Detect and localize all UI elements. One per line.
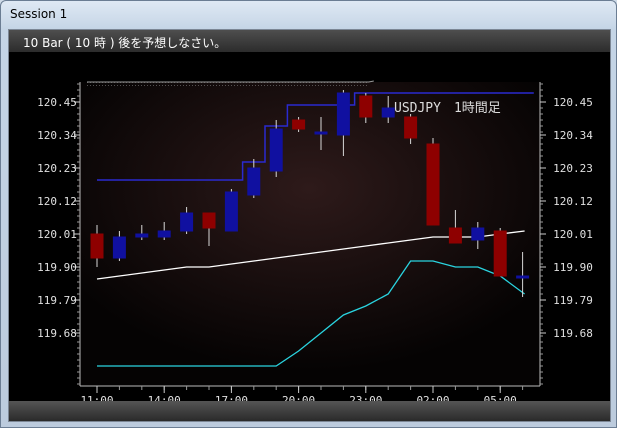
title-bar[interactable]: Session 1 bbox=[1, 1, 616, 29]
candle-up bbox=[157, 230, 171, 238]
candle-up bbox=[224, 191, 238, 232]
y-tick-label-left: 120.34 bbox=[37, 129, 77, 142]
status-bar bbox=[9, 401, 610, 421]
prompt-bar: 10 Bar ( 10 時 ) 後を予想しなさい。 bbox=[9, 30, 610, 52]
candle-down bbox=[426, 143, 440, 226]
y-tick-label-right: 119.68 bbox=[553, 327, 593, 340]
x-tick-label: 23:00 bbox=[349, 394, 382, 401]
y-tick-label-right: 120.12 bbox=[553, 195, 593, 208]
resistance-zone bbox=[87, 82, 369, 87]
candle-up bbox=[135, 233, 149, 238]
y-tick-label-right: 119.79 bbox=[553, 294, 593, 307]
candle-down bbox=[292, 119, 306, 130]
y-tick-label-left: 120.01 bbox=[37, 228, 77, 241]
app-window: Session 1 10 Bar ( 10 時 ) 後を予想しなさい。 120.… bbox=[0, 0, 617, 428]
candle-up bbox=[471, 227, 485, 241]
candle-down bbox=[448, 227, 462, 244]
candle-up bbox=[336, 92, 350, 136]
y-tick-label-left: 119.79 bbox=[37, 294, 77, 307]
candle-up bbox=[180, 212, 194, 232]
x-tick-label: 20:00 bbox=[282, 394, 315, 401]
x-tick-label: 05:00 bbox=[484, 394, 517, 401]
candle-up bbox=[247, 167, 261, 196]
x-tick-label: 14:00 bbox=[148, 394, 181, 401]
price-chart: 120.45 120.45 120.34 120.34 120.23 120.23 120.… bbox=[37, 80, 593, 420]
candle-up bbox=[112, 236, 126, 259]
y-tick-label-left: 120.45 bbox=[37, 96, 77, 109]
prompt-text: 10 Bar ( 10 時 ) 後を予想しなさい。 bbox=[23, 36, 227, 50]
candle-up bbox=[381, 107, 395, 118]
chart-title: USDJPY 1時間足 bbox=[394, 101, 501, 116]
candle-down bbox=[404, 116, 418, 139]
chart-area: 120.45 120.45 120.34 120.34 120.23 120.23 120.… bbox=[9, 52, 610, 420]
candle-down bbox=[493, 230, 507, 277]
x-tick-label: 02:00 bbox=[416, 394, 449, 401]
candle-down bbox=[90, 233, 104, 259]
y-tick-label-left: 119.68 bbox=[37, 327, 77, 340]
candle-up bbox=[516, 275, 530, 279]
resistance-line bbox=[87, 80, 374, 83]
candle-up bbox=[314, 131, 328, 135]
y-tick-label-right: 120.01 bbox=[553, 228, 593, 241]
x-tick-label: 17:00 bbox=[215, 394, 248, 401]
y-tick-label-right: 119.90 bbox=[553, 261, 593, 274]
candle-down bbox=[202, 212, 216, 229]
x-tick-label: 11:00 bbox=[80, 394, 113, 401]
candle-down bbox=[359, 95, 373, 118]
y-tick-label-left: 119.90 bbox=[37, 261, 77, 274]
y-tick-label-right: 120.23 bbox=[553, 162, 593, 175]
window-title: Session 1 bbox=[10, 7, 68, 21]
y-tick-label-left: 120.23 bbox=[37, 162, 77, 175]
candle-up bbox=[269, 128, 283, 172]
chart-frame: 10 Bar ( 10 時 ) 後を予想しなさい。 120.45 120.45 … bbox=[8, 29, 611, 422]
y-tick-label-left: 120.12 bbox=[37, 195, 77, 208]
y-tick-label-right: 120.34 bbox=[553, 129, 593, 142]
y-tick-label-right: 120.45 bbox=[553, 96, 593, 109]
